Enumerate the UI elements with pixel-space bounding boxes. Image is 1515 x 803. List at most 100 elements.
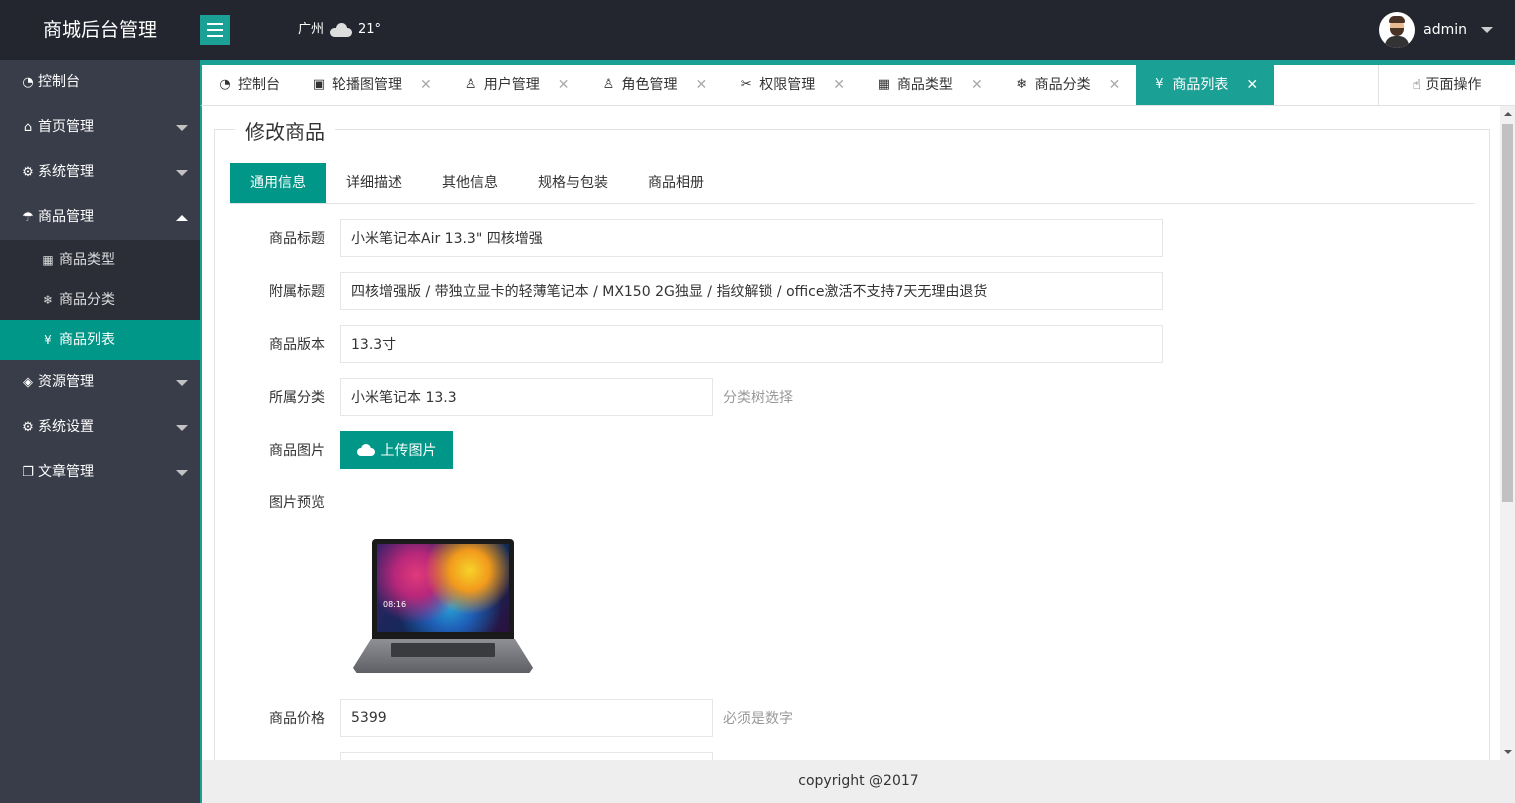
user-menu[interactable]: admin (1379, 0, 1493, 60)
tab-list: ◔ 控制台 ▣ 轮播图管理 ✕ ♙ 用户管理 ✕ ♙ 角色管理 ✕ ✂ 权限管理 ✕ ▦ 商… (202, 65, 1275, 105)
sidebar-item-goods-category[interactable]: ❄ 商品分类 (0, 280, 200, 320)
sidebar-item-goods-list[interactable]: ¥ 商品列表 (0, 320, 200, 360)
tab-roles[interactable]: ♙ 角色管理 ✕ (585, 65, 723, 105)
sidebar-item-resources[interactable]: ◈ 资源管理 (0, 360, 200, 405)
sidebar-item-settings[interactable]: ⚙ 系统设置 (0, 405, 200, 450)
cloud-icon (330, 23, 353, 37)
users-icon: ♙ (464, 77, 477, 92)
chevron-down-icon (176, 380, 188, 386)
tab-goods-album[interactable]: 商品相册 (628, 163, 724, 203)
chevron-down-icon (176, 125, 188, 131)
gear-icon: ⚙ (22, 420, 34, 435)
laptop-preview-image: 08:16 (353, 535, 533, 675)
main-content: 修改商品 通用信息 详细描述 其他信息 规格与包装 商品相册 商品标题 附属标题… (200, 106, 1500, 760)
sidebar: ◔ 控制台 ⌂ 首页管理 ⚙ 系统管理 ☂ 商品管理 ▦ 商品类型 ❄ 商品分类 ¥ 商品列表… (0, 60, 200, 803)
tab-spec-packaging[interactable]: 规格与包装 (518, 163, 628, 203)
tab-carousel[interactable]: ▣ 轮播图管理 ✕ (296, 65, 448, 105)
form-row-next (215, 752, 713, 760)
home-icon: ⌂ (23, 120, 33, 135)
upload-image-button[interactable]: 上传图片 (340, 431, 453, 469)
tools-icon: ✂ (740, 77, 752, 92)
snowflake-icon: ❄ (42, 293, 54, 307)
form-row-price: 商品价格 必须是数字 (215, 699, 793, 737)
price-input[interactable] (340, 699, 713, 737)
cloud-upload-icon (356, 444, 375, 456)
close-icon[interactable]: ✕ (558, 65, 570, 105)
tab-general-info[interactable]: 通用信息 (230, 163, 326, 203)
close-icon[interactable]: ✕ (971, 65, 983, 105)
sidebar-item-goods-type[interactable]: ▦ 商品类型 (0, 240, 200, 280)
sidebar-item-articles[interactable]: ❐ 文章管理 (0, 450, 200, 495)
book-icon: ❐ (22, 465, 34, 480)
chevron-up-icon (176, 215, 188, 221)
tab-detail-description[interactable]: 详细描述 (326, 163, 422, 203)
preview-label: 图片预览 (269, 495, 325, 511)
title-input[interactable] (340, 219, 1163, 257)
tab-goods-type[interactable]: ▦ 商品类型 ✕ (861, 65, 999, 105)
yen-icon: ¥ (1155, 77, 1164, 92)
subtitle-input[interactable] (340, 272, 1163, 310)
form-row-preview: 图片预览 (215, 492, 340, 512)
gear-icon: ⚙ (22, 165, 34, 180)
image-icon: ▣ (312, 77, 326, 92)
apps-icon: ▦ (877, 77, 891, 92)
close-icon[interactable]: ✕ (1246, 65, 1258, 105)
close-icon[interactable]: ✕ (1109, 65, 1121, 105)
snowflake-icon: ❄ (1016, 77, 1028, 92)
price-hint: 必须是数字 (723, 711, 793, 727)
scrollbar-thumb[interactable] (1502, 124, 1513, 502)
subtitle-label: 附属标题 (269, 284, 325, 300)
form-row-category: 所属分类 分类树选择 (215, 378, 793, 416)
tab-permissions[interactable]: ✂ 权限管理 ✕ (723, 65, 861, 105)
chevron-down-icon[interactable] (1481, 27, 1493, 33)
chevron-down-icon (176, 170, 188, 176)
form-legend: 修改商品 (235, 116, 335, 145)
sidebar-item-goods[interactable]: ☂ 商品管理 (0, 195, 200, 240)
version-label: 商品版本 (269, 337, 325, 353)
tab-goods-category[interactable]: ❄ 商品分类 ✕ (999, 65, 1137, 105)
username[interactable]: admin (1423, 22, 1467, 38)
footer: copyright @2017 (200, 760, 1515, 803)
close-icon[interactable]: ✕ (420, 65, 432, 105)
image-label: 商品图片 (269, 443, 325, 459)
close-icon[interactable]: ✕ (695, 65, 707, 105)
app-logo[interactable]: 商城后台管理 (0, 0, 200, 60)
next-field-input[interactable] (340, 752, 713, 760)
avatar[interactable] (1379, 12, 1416, 48)
menu-toggle-button[interactable] (200, 15, 230, 45)
sidebar-item-home[interactable]: ⌂ 首页管理 (0, 105, 200, 150)
scroll-up-icon[interactable] (1504, 112, 1512, 116)
version-input[interactable] (340, 325, 1163, 363)
category-label: 所属分类 (269, 390, 325, 406)
sidebar-item-dashboard[interactable]: ◔ 控制台 (0, 60, 200, 105)
weather-city: 广州 (298, 22, 325, 37)
apps-icon: ▦ (42, 253, 54, 267)
vertical-scrollbar[interactable] (1500, 106, 1515, 760)
chevron-down-icon (176, 425, 188, 431)
tab-goods-list[interactable]: ¥ 商品列表 ✕ (1136, 65, 1275, 105)
form-row-subtitle: 附属标题 (215, 272, 1163, 310)
page-operations-button[interactable]: ☝ 页面操作 (1378, 65, 1515, 105)
dashboard-icon: ◔ (22, 75, 34, 90)
dashboard-icon: ◔ (219, 77, 231, 92)
user-icon: ♙ (602, 77, 615, 92)
category-input[interactable] (340, 378, 713, 416)
top-header: 商城后台管理 广州 21° admin (0, 0, 1515, 60)
tab-bar: ◔ 控制台 ▣ 轮播图管理 ✕ ♙ 用户管理 ✕ ♙ 角色管理 ✕ ✂ 权限管理 ✕ ▦ 商… (200, 60, 1515, 106)
scroll-down-icon[interactable] (1504, 750, 1512, 754)
edit-goods-form: 修改商品 通用信息 详细描述 其他信息 规格与包装 商品相册 商品标题 附属标题… (214, 116, 1490, 760)
weather-widget: 广州 21° (298, 0, 381, 60)
tab-dashboard[interactable]: ◔ 控制台 (202, 65, 296, 105)
sidebar-item-system[interactable]: ⚙ 系统管理 (0, 150, 200, 195)
menu-icon (207, 23, 223, 25)
yen-icon: ¥ (44, 333, 52, 347)
close-icon[interactable]: ✕ (833, 65, 845, 105)
category-hint: 分类树选择 (723, 390, 793, 406)
umbrella-icon: ☂ (22, 210, 34, 225)
hand-pointer-icon: ☝ (1412, 77, 1422, 93)
tab-other-info[interactable]: 其他信息 (422, 163, 518, 203)
form-row-image: 商品图片 上传图片 (215, 431, 453, 469)
tab-users[interactable]: ♙ 用户管理 ✕ (448, 65, 586, 105)
form-row-version: 商品版本 (215, 325, 1163, 363)
weather-temperature: 21° (358, 22, 382, 37)
